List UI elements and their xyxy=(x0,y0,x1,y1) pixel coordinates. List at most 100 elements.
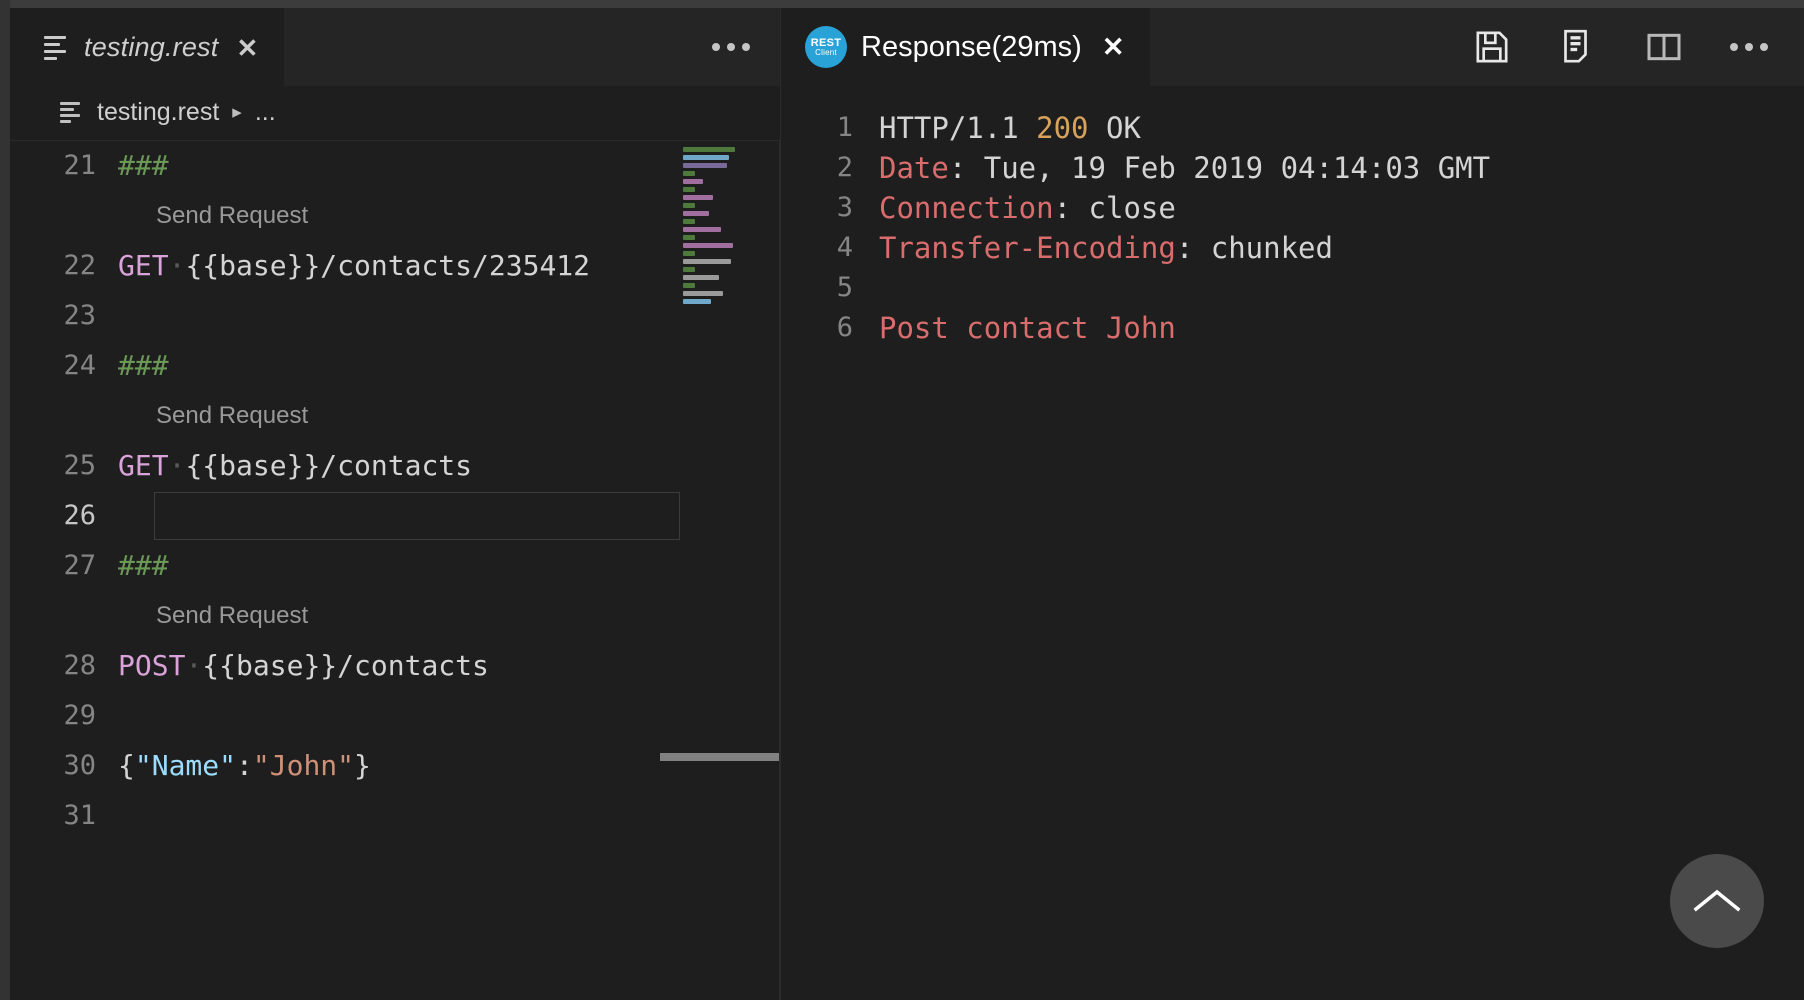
response-lines[interactable]: 1 HTTP/1.1 200 OK 2 Date: Tue, 19 Feb 2019 … xyxy=(781,108,1804,348)
code-line-text: ### xyxy=(118,141,169,191)
code-line[interactable]: 31 xyxy=(10,791,680,841)
code-line[interactable]: 23 xyxy=(10,291,680,341)
rest-icon-line2: Client xyxy=(815,47,837,57)
code-line[interactable]: 25 GET·{{base}}/contacts xyxy=(10,441,680,491)
save-response-body-icon[interactable] xyxy=(1558,27,1598,67)
minimap-line xyxy=(683,243,733,248)
breadcrumb[interactable]: testing.rest ▸ ... xyxy=(10,86,780,140)
editor-tab-bar-right: REST Client Response(29ms) ✕ xyxy=(781,8,1804,86)
minimap-line xyxy=(683,171,695,176)
response-line[interactable]: 3 Connection: close xyxy=(781,188,1804,228)
code-line[interactable]: 26 xyxy=(10,491,680,541)
code-line-text: ### xyxy=(118,541,169,591)
code-line-text xyxy=(118,791,135,841)
response-token: Post contact John xyxy=(879,311,1176,345)
minimap-line xyxy=(683,195,713,200)
code-line[interactable]: 30 {"Name":"John"} xyxy=(10,741,680,791)
save-icon[interactable] xyxy=(1472,27,1512,67)
breadcrumb-overflow[interactable]: ... xyxy=(255,98,276,127)
vertical-scrollbar[interactable] xyxy=(746,141,780,1000)
minimap-line xyxy=(683,267,695,272)
more-actions-icon[interactable] xyxy=(712,43,750,51)
minimap-line xyxy=(683,235,695,240)
code-line-text xyxy=(118,491,135,541)
horizontal-scrollbar-thumb[interactable] xyxy=(660,753,780,761)
more-actions-icon[interactable] xyxy=(1730,43,1768,51)
breadcrumb-file[interactable]: testing.rest xyxy=(97,98,219,127)
send-request-codelens[interactable]: Send Request xyxy=(10,191,680,241)
code-token: { xyxy=(118,749,135,782)
code-line-text xyxy=(118,291,135,341)
rest-icon-line1: REST xyxy=(810,36,842,49)
editor-actions-right xyxy=(1472,8,1804,86)
code-line-text: ### xyxy=(118,341,169,391)
code-token: {{base}}/contacts xyxy=(202,649,489,682)
tab-testing-rest[interactable]: testing.rest ✕ xyxy=(10,8,285,86)
minimap-line xyxy=(683,291,723,296)
minimap-line xyxy=(683,283,695,288)
split-editor-icon[interactable] xyxy=(1644,27,1684,67)
line-number: 30 xyxy=(63,750,96,781)
response-line[interactable]: 1 HTTP/1.1 200 OK xyxy=(781,108,1804,148)
line-number: 4 xyxy=(836,232,853,263)
editor-group-left: testing.rest ✕ testing.rest ▸ ... 21 ### S… xyxy=(10,8,780,1000)
code-line[interactable]: 22 GET·{{base}}/contacts/235412 xyxy=(10,241,680,291)
code-line-text xyxy=(118,691,135,741)
response-editor[interactable]: 1 HTTP/1.1 200 OK 2 Date: Tue, 19 Feb 2019 … xyxy=(781,86,1804,1000)
response-token: Date xyxy=(879,151,949,185)
response-token: 200 xyxy=(1036,111,1089,145)
code-line[interactable]: 28 POST·{{base}}/contacts xyxy=(10,641,680,691)
response-line-text: Post contact John xyxy=(879,308,1176,348)
response-token: : close xyxy=(1053,191,1176,225)
response-line[interactable]: 6 Post contact John xyxy=(781,308,1804,348)
code-token: ### xyxy=(118,549,169,582)
response-line-text: Transfer-Encoding: chunked xyxy=(879,228,1333,268)
send-request-codelens[interactable]: Send Request xyxy=(10,591,680,641)
code-token: "Name" xyxy=(134,749,237,782)
response-line[interactable]: 5 xyxy=(781,268,1804,308)
minimap-line xyxy=(683,147,735,152)
chevron-right-icon: ▸ xyxy=(232,102,242,123)
code-line[interactable]: 21 ### xyxy=(10,141,680,191)
code-line-text: GET·{{base}}/contacts/235412 xyxy=(118,241,590,291)
code-token: {{base}}/contacts xyxy=(185,449,473,482)
line-number: 31 xyxy=(63,800,96,831)
minimap[interactable] xyxy=(680,141,746,1000)
code-line[interactable]: 29 xyxy=(10,691,680,741)
minimap-line xyxy=(683,179,703,184)
code-token: {{base}}/contacts/235412 xyxy=(185,249,591,282)
code-token: ### xyxy=(118,149,169,182)
line-number: 25 xyxy=(63,450,96,481)
close-icon[interactable]: ✕ xyxy=(1096,32,1125,63)
minimap-line xyxy=(683,227,721,232)
code-line[interactable]: 24 ### xyxy=(10,341,680,391)
code-token: : xyxy=(236,749,253,782)
minimap-line xyxy=(683,299,711,304)
code-editor[interactable]: 21 ### Send Request 22 GET·{{base}}/contacts… xyxy=(10,140,780,1000)
minimap-line xyxy=(683,155,729,160)
tab-response[interactable]: REST Client Response(29ms) ✕ xyxy=(781,8,1151,86)
response-line[interactable]: 2 Date: Tue, 19 Feb 2019 04:14:03 GMT xyxy=(781,148,1804,188)
line-number: 2 xyxy=(836,152,853,183)
line-number: 3 xyxy=(836,192,853,223)
send-request-codelens[interactable]: Send Request xyxy=(10,391,680,441)
rest-client-icon: REST Client xyxy=(805,26,847,68)
activity-bar-strip[interactable] xyxy=(0,0,10,1000)
code-token: GET xyxy=(118,249,169,282)
response-line-text xyxy=(879,268,896,308)
editor-tab-bar-left: testing.rest ✕ xyxy=(10,8,780,86)
editor-group-right: REST Client Response(29ms) ✕ 1 HTTP/1.1 … xyxy=(780,8,1804,1000)
file-rest-icon xyxy=(44,35,70,61)
minimap-line xyxy=(683,219,695,224)
response-line-text: HTTP/1.1 200 OK xyxy=(879,108,1141,148)
tab-label: testing.rest xyxy=(84,32,219,62)
response-line[interactable]: 4 Transfer-Encoding: chunked xyxy=(781,228,1804,268)
line-number: 22 xyxy=(63,250,96,281)
code-lines[interactable]: 21 ### Send Request 22 GET·{{base}}/contacts… xyxy=(10,141,680,1000)
response-token: OK xyxy=(1088,111,1141,145)
code-line[interactable]: 27 ### xyxy=(10,541,680,591)
response-line-text: Connection: close xyxy=(879,188,1176,228)
close-icon[interactable]: ✕ xyxy=(232,35,258,61)
scroll-to-top-button[interactable] xyxy=(1670,854,1764,948)
editor-actions-left xyxy=(712,8,780,86)
